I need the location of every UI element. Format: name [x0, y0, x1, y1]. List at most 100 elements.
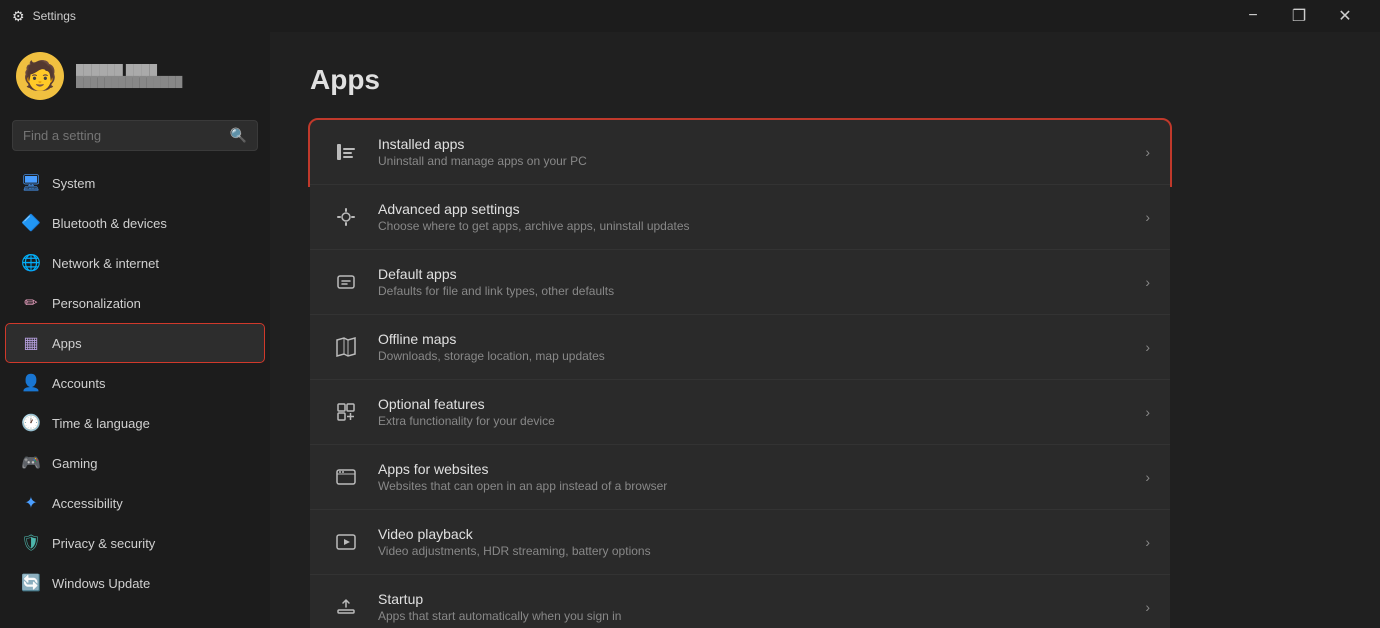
default-apps-title: Default apps	[378, 266, 614, 282]
nav-item-apps[interactable]: ▦ Apps	[6, 324, 264, 362]
settings-item-left: Offline maps Downloads, storage location…	[330, 331, 605, 363]
installed-apps-icon	[330, 136, 362, 168]
settings-item-advanced-app-settings[interactable]: Advanced app settings Choose where to ge…	[310, 185, 1170, 250]
settings-item-default-apps[interactable]: Default apps Defaults for file and link …	[310, 250, 1170, 315]
nav-item-network[interactable]: 🌐 Network & internet	[6, 244, 264, 282]
settings-app-icon: ⚙	[12, 8, 25, 25]
nav-label-gaming: Gaming	[52, 456, 98, 471]
user-name: ██████ ████	[76, 65, 182, 77]
avatar-icon: 🧑	[23, 62, 58, 90]
user-info: ██████ ████ ███████████████	[76, 65, 182, 88]
settings-item-left: Default apps Defaults for file and link …	[330, 266, 614, 298]
chevron-icon: ›	[1145, 534, 1150, 550]
gaming-icon: 🎮	[22, 454, 40, 472]
nav-label-network: Network & internet	[52, 256, 159, 271]
search-icon: 🔍	[230, 127, 247, 144]
settings-item-optional-features[interactable]: Optional features Extra functionality fo…	[310, 380, 1170, 445]
offline-maps-desc: Downloads, storage location, map updates	[378, 349, 605, 363]
settings-item-text: Startup Apps that start automatically wh…	[378, 591, 621, 623]
nav-label-bluetooth: Bluetooth & devices	[52, 216, 167, 231]
offline-maps-icon	[330, 331, 362, 363]
settings-item-text: Offline maps Downloads, storage location…	[378, 331, 605, 363]
settings-item-text: Optional features Extra functionality fo…	[378, 396, 555, 428]
default-apps-desc: Defaults for file and link types, other …	[378, 284, 614, 298]
advanced-app-settings-title: Advanced app settings	[378, 201, 690, 217]
nav-label-time: Time & language	[52, 416, 150, 431]
video-playback-desc: Video adjustments, HDR streaming, batter…	[378, 544, 651, 558]
chevron-icon: ›	[1145, 274, 1150, 290]
nav-label-accessibility: Accessibility	[52, 496, 123, 511]
chevron-icon: ›	[1145, 144, 1150, 160]
chevron-icon: ›	[1145, 469, 1150, 485]
default-apps-icon	[330, 266, 362, 298]
nav-item-windowsupdate[interactable]: 🔄 Windows Update	[6, 564, 264, 602]
search-input[interactable]	[23, 128, 222, 143]
apps-for-websites-icon	[330, 461, 362, 493]
apps-for-websites-title: Apps for websites	[378, 461, 667, 477]
avatar: 🧑	[16, 52, 64, 100]
time-icon: 🕐	[22, 414, 40, 432]
settings-list: Installed apps Uninstall and manage apps…	[310, 120, 1170, 628]
nav-item-privacy[interactable]: 🛡 Privacy & security	[6, 524, 264, 562]
settings-item-text: Apps for websites Websites that can open…	[378, 461, 667, 493]
nav-label-apps: Apps	[52, 336, 82, 351]
nav-item-personalization[interactable]: ✏ Personalization	[6, 284, 264, 322]
titlebar-controls: − ❐ ✕	[1230, 0, 1368, 32]
accounts-icon: 👤	[22, 374, 40, 392]
video-playback-title: Video playback	[378, 526, 651, 542]
offline-maps-title: Offline maps	[378, 331, 605, 347]
nav-item-bluetooth[interactable]: 🔷 Bluetooth & devices	[6, 204, 264, 242]
optional-features-icon	[330, 396, 362, 428]
nav-label-privacy: Privacy & security	[52, 536, 155, 551]
startup-title: Startup	[378, 591, 621, 607]
network-icon: 🌐	[22, 254, 40, 272]
titlebar: ⚙ Settings − ❐ ✕	[0, 0, 1380, 32]
nav-item-accessibility[interactable]: ✦ Accessibility	[6, 484, 264, 522]
nav-item-time[interactable]: 🕐 Time & language	[6, 404, 264, 442]
settings-item-apps-for-websites[interactable]: Apps for websites Websites that can open…	[310, 445, 1170, 510]
optional-features-desc: Extra functionality for your device	[378, 414, 555, 428]
chevron-icon: ›	[1145, 599, 1150, 615]
installed-apps-title: Installed apps	[378, 136, 587, 152]
settings-item-offline-maps[interactable]: Offline maps Downloads, storage location…	[310, 315, 1170, 380]
optional-features-title: Optional features	[378, 396, 555, 412]
settings-item-startup[interactable]: Startup Apps that start automatically wh…	[310, 575, 1170, 628]
settings-item-left: Apps for websites Websites that can open…	[330, 461, 667, 493]
nav-item-gaming[interactable]: 🎮 Gaming	[6, 444, 264, 482]
sidebar: 🧑 ██████ ████ ███████████████ 🔍 🖥 System…	[0, 32, 270, 628]
maximize-button[interactable]: ❐	[1276, 0, 1322, 32]
video-playback-icon	[330, 526, 362, 558]
close-button[interactable]: ✕	[1322, 0, 1368, 32]
settings-item-text: Installed apps Uninstall and manage apps…	[378, 136, 587, 168]
apps-icon: ▦	[22, 334, 40, 352]
privacy-icon: 🛡	[22, 534, 40, 552]
page-title: Apps	[310, 64, 1340, 96]
nav-label-system: System	[52, 176, 95, 191]
personalization-icon: ✏	[22, 294, 40, 312]
minimize-button[interactable]: −	[1230, 0, 1276, 32]
nav-label-accounts: Accounts	[52, 376, 105, 391]
settings-item-installed-apps[interactable]: Installed apps Uninstall and manage apps…	[310, 120, 1170, 185]
user-email: ███████████████	[76, 77, 182, 88]
titlebar-left: ⚙ Settings	[12, 8, 76, 25]
titlebar-title: Settings	[33, 9, 76, 23]
settings-item-left: Startup Apps that start automatically wh…	[330, 591, 621, 623]
settings-item-left: Video playback Video adjustments, HDR st…	[330, 526, 651, 558]
bluetooth-icon: 🔷	[22, 214, 40, 232]
installed-apps-desc: Uninstall and manage apps on your PC	[378, 154, 587, 168]
search-box[interactable]: 🔍	[12, 120, 258, 151]
app-body: 🧑 ██████ ████ ███████████████ 🔍 🖥 System…	[0, 32, 1380, 628]
startup-icon	[330, 591, 362, 623]
nav-label-windowsupdate: Windows Update	[52, 576, 150, 591]
settings-item-left: Optional features Extra functionality fo…	[330, 396, 555, 428]
nav-item-system[interactable]: 🖥 System	[6, 164, 264, 202]
settings-item-left: Advanced app settings Choose where to ge…	[330, 201, 690, 233]
nav-item-accounts[interactable]: 👤 Accounts	[6, 364, 264, 402]
chevron-icon: ›	[1145, 339, 1150, 355]
settings-item-video-playback[interactable]: Video playback Video adjustments, HDR st…	[310, 510, 1170, 575]
apps-for-websites-desc: Websites that can open in an app instead…	[378, 479, 667, 493]
nav-label-personalization: Personalization	[52, 296, 141, 311]
settings-item-text: Default apps Defaults for file and link …	[378, 266, 614, 298]
windowsupdate-icon: 🔄	[22, 574, 40, 592]
user-profile[interactable]: 🧑 ██████ ████ ███████████████	[0, 40, 270, 120]
